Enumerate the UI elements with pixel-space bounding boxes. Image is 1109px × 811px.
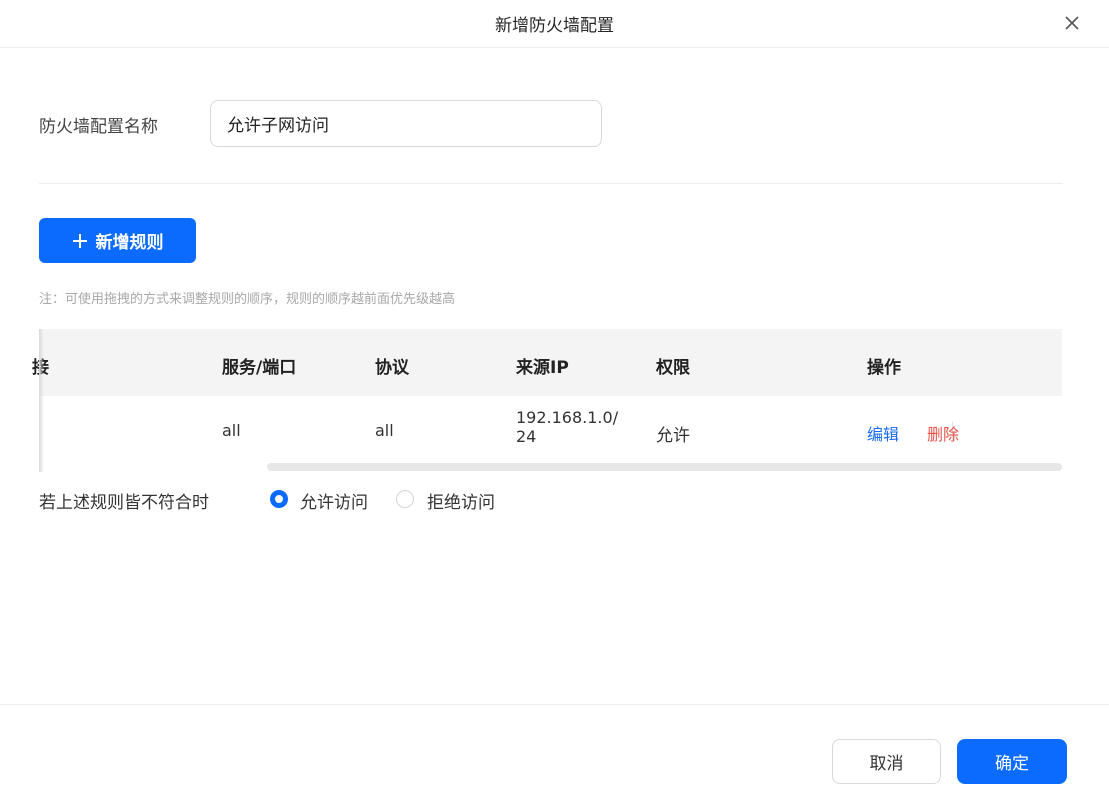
section-divider <box>39 183 1063 184</box>
fallback-label: 若上述规则皆不符合时 <box>39 493 209 513</box>
delete-link[interactable]: 删除 <box>927 421 959 445</box>
cell-source-ip-line2: 24 <box>516 427 537 446</box>
config-name-label: 防火墙配置名称 <box>39 117 158 137</box>
confirm-button[interactable]: 确定 <box>957 739 1067 784</box>
cell-permission: 允许 <box>656 426 690 446</box>
cancel-button[interactable]: 取消 <box>832 739 941 784</box>
radio-deny-access[interactable] <box>396 490 414 508</box>
column-header-actions: 操作 <box>867 358 901 378</box>
drag-order-note: 注：可使用拖拽的方式来调整规则的顺序，规则的顺序越前面优先级越高 <box>39 292 456 307</box>
table-header: 接 服务/端口 协议 来源IP 权限 操作 <box>32 329 1062 396</box>
cell-protocol: all <box>375 421 394 440</box>
config-name-input[interactable] <box>210 100 602 147</box>
add-rule-label: 新增规则 <box>95 233 164 252</box>
table-row[interactable]: all all 192.168.1.0/ 24 允许 编辑 删除 <box>39 396 1062 468</box>
close-icon <box>1065 16 1079 30</box>
plus-icon <box>72 233 87 248</box>
column-header-permission: 权限 <box>656 358 690 378</box>
dialog-header: 新增防火墙配置 <box>0 0 1109 48</box>
radio-deny-access-label[interactable]: 拒绝访问 <box>427 488 495 513</box>
add-rule-button[interactable]: 新增规则 <box>39 218 196 263</box>
radio-allow-access-label[interactable]: 允许访问 <box>300 488 368 513</box>
table-horizontal-scrollbar[interactable] <box>267 463 1062 471</box>
firewall-config-dialog: 新增防火墙配置 防火墙配置名称 新增规则 注：可使用拖拽的方式来调整规则的顺序，… <box>0 0 1109 811</box>
cell-source-ip-line1: 192.168.1.0/ <box>516 408 619 427</box>
cell-service-port: all <box>222 421 241 440</box>
edit-link[interactable]: 编辑 <box>867 421 899 445</box>
radio-allow-access[interactable] <box>270 490 288 508</box>
column-header-protocol: 协议 <box>375 358 409 378</box>
footer-divider <box>0 704 1109 705</box>
column-header-source-ip: 来源IP <box>516 358 569 378</box>
fixed-column-shadow <box>39 329 44 472</box>
close-button[interactable] <box>1061 12 1083 34</box>
column-header-service-port: 服务/端口 <box>222 358 297 378</box>
cell-source-ip: 192.168.1.0/ 24 <box>516 408 618 446</box>
rules-table: 接 服务/端口 协议 来源IP 权限 操作 all all 192.168.1.… <box>32 329 1062 472</box>
dialog-title: 新增防火墙配置 <box>495 16 614 36</box>
